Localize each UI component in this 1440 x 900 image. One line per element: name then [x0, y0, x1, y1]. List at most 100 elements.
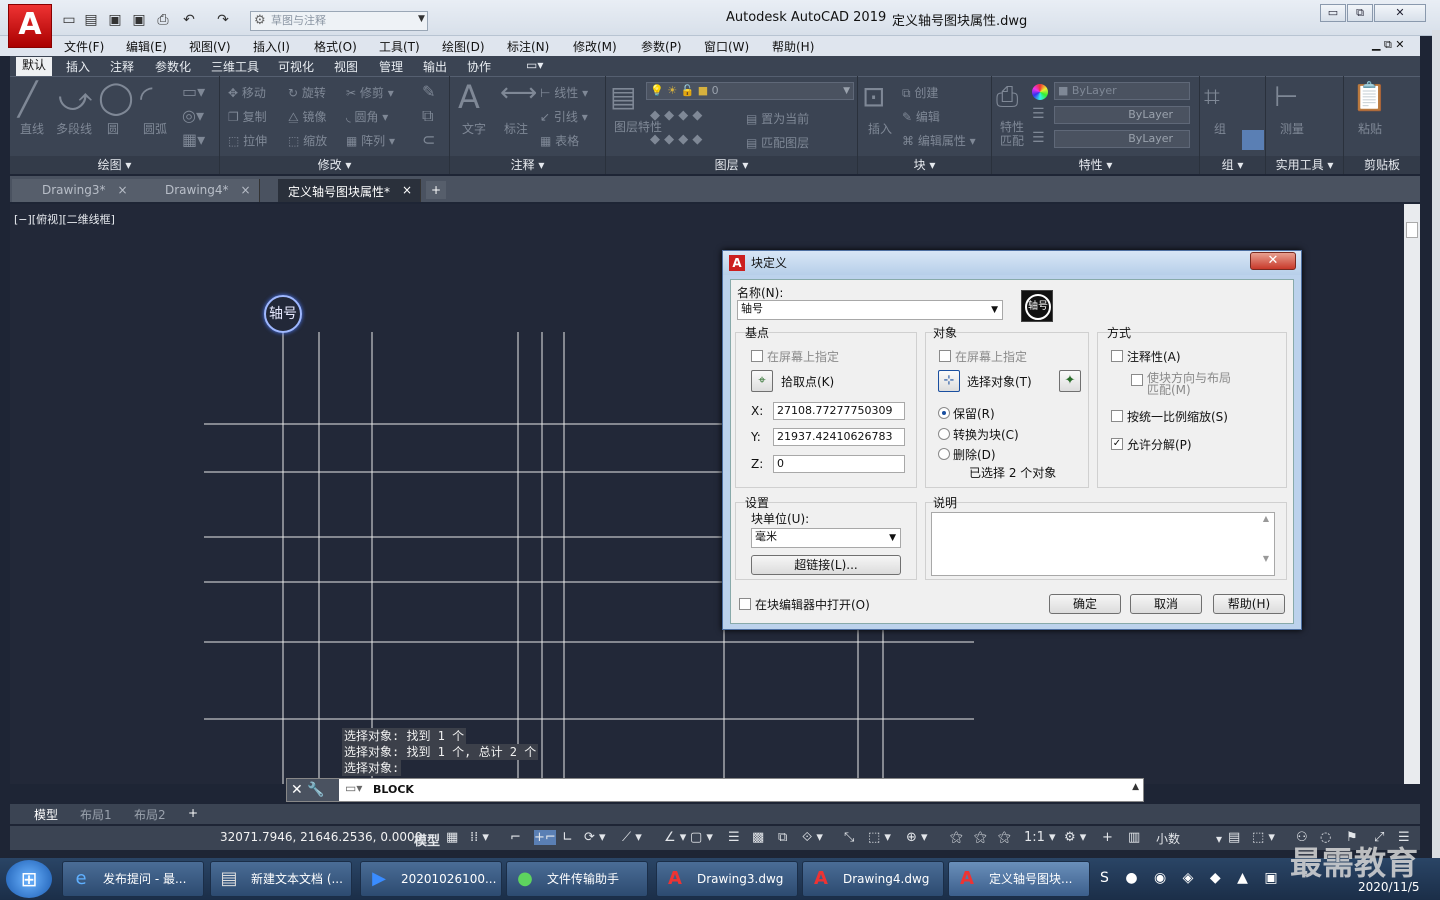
annotation-scale-icon[interactable]: ⚝: [998, 830, 1011, 845]
tray-icons[interactable]: S ● ◉ ◈ ◆ ▲ ▣: [1100, 870, 1284, 886]
edit-block-button[interactable]: ✎ 编辑: [902, 108, 940, 125]
gizmo-icon[interactable]: ⊕ ▾: [906, 830, 928, 845]
add-layout-button[interactable]: +: [178, 806, 208, 820]
scale-button[interactable]: ⬚ 缩放: [288, 132, 327, 149]
scrollbar-thumb[interactable]: [1406, 222, 1418, 238]
tab-default[interactable]: 默认: [16, 57, 53, 76]
block-unit-select[interactable]: 毫米 ▼: [751, 528, 901, 548]
tab-parametric[interactable]: 参数化: [149, 58, 197, 75]
panel-title-draw[interactable]: 绘图 ▾: [10, 156, 219, 174]
auto-scale-icon[interactable]: ⚝: [974, 830, 987, 845]
task-wechat[interactable]: ● 文件传输助手: [506, 861, 648, 897]
open-in-editor-checkbox[interactable]: [739, 598, 751, 610]
units-icon[interactable]: ▥: [1128, 830, 1140, 845]
x-field[interactable]: 27108.77277750309: [773, 402, 905, 420]
vertical-scrollbar[interactable]: [1404, 204, 1420, 784]
linear-button[interactable]: ⊢ 线性 ▾: [540, 84, 588, 101]
close-icon[interactable]: ✕: [291, 782, 303, 798]
ribbon-toggle-icon[interactable]: ▭▾: [520, 58, 549, 72]
hyperlink-button[interactable]: 超链接(L)...: [751, 555, 901, 575]
workspace-combo[interactable]: 草图与注释: [250, 11, 428, 31]
tab-model[interactable]: 模型: [24, 806, 68, 823]
task-current-drawing[interactable]: A 定义轴号图块...: [948, 861, 1090, 897]
tab-manage[interactable]: 管理: [373, 58, 409, 75]
set-current-button[interactable]: ▤ 置为当前: [746, 110, 809, 127]
match-orientation-checkbox[interactable]: [1131, 374, 1143, 386]
description-scrollbar[interactable]: ▲ ▼: [1259, 514, 1273, 574]
tab-annotate[interactable]: 注释: [104, 58, 140, 75]
annotation-visibility-icon[interactable]: ⚝: [950, 830, 963, 845]
uniform-scale-checkbox[interactable]: [1111, 410, 1123, 422]
polar-icon[interactable]: ⟳ ▾: [584, 830, 606, 845]
command-recent-icon[interactable]: ▭▾: [345, 781, 362, 795]
save-icon[interactable]: ▣: [106, 12, 124, 28]
rectangle-icon[interactable]: ▭▾: [182, 82, 205, 101]
panel-title-annotate[interactable]: 注释 ▾: [450, 156, 605, 174]
tab-layout2[interactable]: 布局2: [124, 806, 176, 823]
print-icon[interactable]: ⎙: [154, 12, 172, 28]
trim-button[interactable]: ✂ 修剪 ▾: [346, 84, 394, 101]
grid-icon[interactable]: ▦: [446, 830, 458, 845]
doc-tab-drawing3[interactable]: Drawing3* ×: [12, 179, 137, 202]
ortho-icon[interactable]: ∟: [562, 830, 573, 845]
menu-window[interactable]: 窗口(W): [704, 38, 749, 55]
task-drawing4[interactable]: A Drawing4.dwg: [802, 861, 944, 897]
close-icon[interactable]: ×: [240, 183, 250, 197]
application-menu-button[interactable]: A: [8, 4, 52, 48]
new-tab-button[interactable]: +: [426, 181, 446, 199]
redo-icon[interactable]: ↷: [214, 12, 232, 28]
3d-osnap-icon[interactable]: ⟐ ▾: [802, 830, 823, 845]
offset-icon[interactable]: ⧉: [422, 106, 433, 126]
close-icon[interactable]: ×: [117, 183, 127, 197]
panel-title-layers[interactable]: 图层 ▾: [606, 156, 857, 174]
undo-icon[interactable]: ↶: [180, 12, 198, 28]
rotate-button[interactable]: ↻ 旋转: [288, 84, 326, 101]
lock-ui-icon[interactable]: ⬚ ▾: [1252, 830, 1275, 845]
tab-layout1[interactable]: 布局1: [70, 806, 122, 823]
model-space-button[interactable]: 模型: [414, 830, 440, 849]
task-notepad[interactable]: ▤ 新建文本文档 (...: [210, 861, 352, 897]
line-button[interactable]: 直线: [20, 120, 44, 137]
leader-button[interactable]: ↙ 引线 ▾: [540, 108, 588, 125]
close-button[interactable]: ✕: [1374, 4, 1426, 22]
panel-title-group[interactable]: 组 ▾: [1200, 156, 1265, 174]
lineweight-icon[interactable]: ☰: [728, 830, 740, 845]
tab-output[interactable]: 输出: [417, 58, 453, 75]
doc-window-controls[interactable]: ▁ ⧉ ✕: [1372, 38, 1405, 52]
command-line[interactable]: ✕ 🔧 ▭▾ BLOCK ▲: [286, 778, 1144, 802]
lineweight-combo[interactable]: ByLayer: [1054, 130, 1190, 148]
units-viewport-icon[interactable]: ⬚ ▾: [868, 830, 891, 845]
mirror-button[interactable]: ⧋ 镜像: [288, 108, 327, 125]
circle-button[interactable]: 圆: [107, 120, 119, 137]
array-button[interactable]: ▦ 阵列 ▾: [346, 132, 395, 149]
menu-edit[interactable]: 编辑(E): [126, 38, 167, 55]
chevron-up-icon[interactable]: ▲: [1132, 782, 1139, 792]
coordinates-readout[interactable]: 32071.7946, 21646.2536, 0.0000: [220, 830, 422, 844]
select-objects-button[interactable]: ⊹: [938, 370, 960, 392]
wrench-icon[interactable]: 🔧: [307, 782, 324, 798]
linetype-combo[interactable]: ByLayer: [1054, 106, 1190, 124]
minimize-button[interactable]: ▭: [1320, 4, 1346, 22]
insert-block-button[interactable]: 插入: [868, 120, 892, 137]
annotation-scale-combo[interactable]: 1:1 ▾: [1024, 830, 1056, 845]
task-video[interactable]: ▶ 20201026100...: [360, 861, 502, 897]
panel-title-modify[interactable]: 修改 ▾: [220, 156, 449, 174]
panel-title-clipboard[interactable]: 剪贴板: [1344, 156, 1420, 174]
menu-dimension[interactable]: 标注(N): [507, 38, 549, 55]
dynamic-input-icon[interactable]: +⌐: [534, 830, 556, 845]
copy-button[interactable]: ❐ 复制: [228, 108, 267, 125]
save-as-icon[interactable]: ▣: [130, 12, 148, 28]
ok-button[interactable]: 确定: [1049, 594, 1121, 614]
new-icon[interactable]: ▭: [60, 12, 78, 28]
panel-title-utilities[interactable]: 实用工具 ▾: [1266, 156, 1343, 174]
menu-insert[interactable]: 插入(I): [253, 38, 290, 55]
retain-radio[interactable]: [938, 407, 950, 419]
match-layer-button[interactable]: ▤ 匹配图层: [746, 134, 809, 151]
paste-button[interactable]: 粘贴: [1358, 120, 1382, 137]
convert-to-block-radio[interactable]: [938, 428, 950, 440]
annotation-monitor-icon[interactable]: ⤡: [844, 830, 854, 845]
task-browser[interactable]: e 发布提问 - 最...: [62, 861, 204, 897]
menu-help[interactable]: 帮助(H): [772, 38, 814, 55]
color-combo[interactable]: ■ ByLayer: [1054, 82, 1190, 100]
table-button[interactable]: ▦ 表格: [540, 132, 579, 149]
